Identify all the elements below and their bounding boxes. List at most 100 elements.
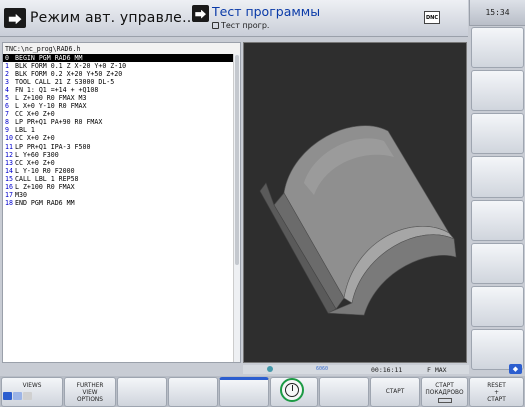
start-single-block-softkey[interactable]: СТАРТ ПОКАДРОВО: [421, 377, 468, 407]
program-line[interactable]: 4 FN 1: Q1 =+14 + +Q108: [3, 86, 234, 94]
line-text: FN 1: Q1 =+14 + +Q108: [15, 86, 99, 95]
further-label-1: FURTHER: [76, 383, 104, 389]
empty-softkey[interactable]: [168, 377, 218, 407]
view-plan-icon: [3, 392, 12, 400]
program-progress-icon[interactable]: [280, 378, 304, 402]
line-text: L Z+100 R0 FMAX: [15, 182, 75, 191]
arrow-right-icon: ⮕: [4, 8, 26, 28]
line-text: L X+0 Y-10 R0 FMAX: [15, 102, 87, 111]
programming-mode-label: Тест программы: [212, 4, 321, 19]
scroll-right-icon[interactable]: ◆: [509, 364, 522, 374]
workpiece-3d-view: [244, 43, 466, 362]
reset-label-3: СТАРТ: [487, 397, 506, 403]
programming-mode: ⮕ Тест программы Тест прогр.: [192, 5, 320, 30]
line-text: CC X+0 Z+0: [15, 158, 55, 167]
program-path: TNC:\nc_prog\RAD6.h: [3, 43, 240, 54]
program-line[interactable]: 1 BLK FORM 0.1 Z X-20 Y+0 Z-10: [3, 62, 234, 70]
line-number: 0: [5, 54, 9, 62]
reset-label-2: +: [494, 390, 499, 396]
vertical-softkey[interactable]: [471, 70, 524, 112]
line-text: END PGM RAD6 MM: [15, 198, 75, 207]
views-icons: [3, 392, 33, 400]
program-line[interactable]: 0 BEGIN PGM RAD6 MM: [3, 54, 234, 63]
program-line[interactable]: 5 L Z+100 R0 FMAX M3: [3, 94, 234, 102]
start-label: СТАРТ: [385, 389, 405, 395]
vertical-softkey[interactable]: [471, 285, 524, 327]
program-line[interactable]: 8 LP PR+Q1 PA+90 R0 FMAX: [3, 118, 234, 126]
program-line[interactable]: 17 M30: [3, 191, 234, 199]
line-text: M30: [15, 190, 27, 199]
program-line[interactable]: 16 L Z+100 R0 FMAX: [3, 183, 234, 191]
line-number: 10: [5, 134, 13, 143]
vertical-softkey[interactable]: [471, 242, 524, 284]
program-line[interactable]: 13 CC X+0 Z+0: [3, 159, 234, 167]
vertical-softkey[interactable]: [471, 199, 524, 241]
line-number: 3: [5, 78, 9, 87]
program-line[interactable]: 2 BLK FORM 0.2 X+20 Y+50 Z+20: [3, 70, 234, 78]
start-single-label-1: СТАРТ: [435, 383, 454, 389]
reset-label-1: RESET: [487, 383, 506, 389]
empty-softkey[interactable]: [117, 377, 167, 407]
reset-start-softkey[interactable]: RESET + СТАРТ: [469, 377, 524, 407]
line-text: LP PR+Q1 PA+90 R0 FMAX: [15, 118, 103, 127]
mode-header: ⮕ Режим авт. управле… ⮕ Тест программы Т…: [0, 0, 468, 37]
program-line[interactable]: 6 L X+0 Y-10 R0 FMAX: [3, 102, 234, 110]
program-line[interactable]: 18 END PGM RAD6 MM: [3, 199, 234, 207]
view-sections-icon: [23, 392, 32, 400]
test-run-icon: [212, 22, 219, 29]
status-bar: 6060 00:16:11 F MAX: [243, 365, 469, 374]
line-number: 7: [5, 110, 9, 119]
programming-mode-sub-label: Тест прогр.: [221, 21, 270, 30]
program-line[interactable]: 11 LP PR+Q1 IPA-3 F500: [3, 143, 234, 151]
vertical-softkey-bar: [469, 26, 525, 371]
tool-status-icon: [267, 366, 273, 372]
run-time: 00:16:11: [371, 366, 403, 374]
machine-mode-label: Режим авт. управле…: [30, 10, 197, 26]
status-indicator: 6060: [316, 366, 329, 372]
programming-mode-sub: Тест прогр.: [212, 21, 320, 30]
simulation-graphic[interactable]: [243, 42, 467, 363]
program-line[interactable]: 7 CC X+0 Z+0: [3, 110, 234, 118]
start-softkey[interactable]: СТАРТ: [370, 377, 420, 407]
program-line[interactable]: 10 CC X+0 Z+0: [3, 134, 234, 142]
scroll-thumb[interactable]: [235, 55, 239, 265]
dnc-icon: DNC: [424, 11, 440, 24]
line-text: L Z+100 R0 FMAX M3: [15, 94, 87, 103]
line-number: 16: [5, 182, 13, 191]
program-line[interactable]: 3 TOOL CALL 21 Z S3000 DL-5: [3, 78, 234, 86]
arrow-right-icon: ⮕: [192, 5, 209, 22]
empty-softkey[interactable]: [319, 377, 369, 407]
views-label: VIEWS: [22, 383, 42, 389]
single-block-icon: [437, 398, 452, 403]
program-line[interactable]: 15 CALL LBL 1 REP58: [3, 175, 234, 183]
line-number: 17: [5, 190, 13, 199]
line-number: 5: [5, 94, 9, 103]
empty-softkey[interactable]: [219, 377, 269, 407]
line-number: 12: [5, 150, 13, 159]
program-line[interactable]: 12 L Y+60 F300: [3, 151, 234, 159]
vertical-softkey[interactable]: [471, 27, 524, 69]
vertical-softkey[interactable]: [471, 156, 524, 198]
program-line[interactable]: 9 LBL 1: [3, 126, 234, 134]
line-number: 8: [5, 118, 9, 127]
line-text: CC X+0 Z+0: [15, 110, 55, 119]
program-scrollbar[interactable]: [233, 54, 240, 362]
feed-rate: F MAX: [427, 366, 447, 374]
line-number: 13: [5, 158, 13, 167]
line-text: CALL LBL 1 REP58: [15, 174, 79, 183]
further-label-2: VIEW: [82, 390, 98, 396]
program-line[interactable]: 14 L Y-10 R0 F2000: [3, 167, 234, 175]
views-softkey[interactable]: VIEWS: [1, 377, 63, 407]
line-number: 11: [5, 142, 13, 151]
start-single-label-2: ПОКАДРОВО: [425, 390, 464, 396]
line-text: L Y+60 F300: [15, 150, 59, 159]
line-text: BLK FORM 0.2 X+20 Y+50 Z+20: [15, 70, 123, 79]
line-number: 1: [5, 62, 9, 71]
vertical-softkey[interactable]: [471, 113, 524, 155]
line-number: 18: [5, 198, 13, 207]
program-lines[interactable]: 0 BEGIN PGM RAD6 MM 1 BLK FORM 0.1 Z X-20 Y…: [3, 54, 234, 207]
machine-mode: ⮕ Режим авт. управле…: [4, 7, 196, 29]
program-editor[interactable]: TNC:\nc_prog\RAD6.h 0 BEGIN PGM RAD6 MM 1 B…: [2, 42, 241, 363]
line-text: L Y-10 R0 F2000: [15, 166, 75, 175]
further-view-options-softkey[interactable]: FURTHER VIEW OPTIONS: [64, 377, 116, 407]
